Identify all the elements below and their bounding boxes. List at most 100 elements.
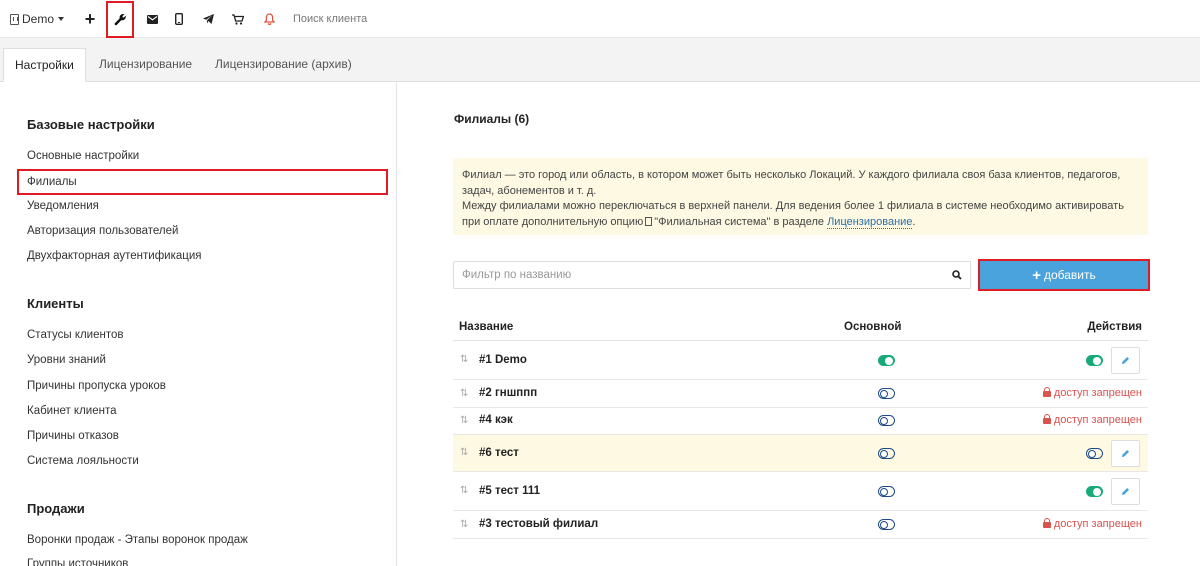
branch-name: #3 тестовый филиал: [479, 518, 599, 530]
sidebar-item-main-settings[interactable]: Основные настройки: [27, 150, 139, 162]
client-search-input[interactable]: Поиск клиента: [293, 0, 367, 38]
lock-icon: [1042, 414, 1051, 424]
pencil-icon: [1122, 357, 1129, 364]
mail-icon: [146, 14, 158, 24]
sidebar-item-sales-funnels[interactable]: Воронки продаж - Этапы воронок продаж: [27, 534, 248, 546]
active-toggle[interactable]: [1086, 486, 1103, 497]
notifications-button[interactable]: [260, 0, 278, 38]
branch-switcher[interactable]: Demo: [10, 0, 70, 38]
sidebar-item-refusal-reasons[interactable]: Причины отказов: [27, 430, 119, 442]
branch-name: #2 гншппп: [479, 387, 538, 399]
settings-highlight: [106, 1, 134, 38]
send-icon: [202, 14, 214, 24]
main-toggle[interactable]: [878, 448, 895, 459]
drag-handle-icon[interactable]: ⇅: [460, 485, 468, 496]
edit-button[interactable]: [1111, 347, 1140, 374]
table-row: ⇅ #4 кэк доступ запрещен: [453, 408, 1148, 435]
active-toggle[interactable]: [1086, 355, 1103, 366]
access-denied-text: доступ запрещен: [1053, 387, 1142, 399]
caret-down-icon: [58, 17, 65, 21]
drag-handle-icon[interactable]: ⇅: [460, 415, 468, 426]
settings-sidebar: Базовые настройки Основные настройки Фил…: [0, 82, 397, 566]
note-text: "Филиальная система" в разделе: [654, 215, 825, 228]
mail-button[interactable]: [143, 0, 161, 38]
sidebar-item-user-auth[interactable]: Авторизация пользователей: [27, 225, 178, 237]
sidebar-item-loyalty[interactable]: Система лояльности: [27, 455, 139, 467]
note-line: при оплате дополнительную опцию "Филиальн…: [462, 215, 1139, 231]
sidebar-item-source-groups[interactable]: Группы источников: [27, 558, 128, 566]
sidebar-group-title: Клиенты: [27, 296, 84, 311]
page-title: Филиалы (6): [454, 112, 530, 126]
filter-search-button[interactable]: [943, 261, 971, 289]
edit-button[interactable]: [1111, 440, 1140, 467]
settings-tabs: Настройки Лицензирование Лицензирование …: [0, 38, 1200, 82]
sidebar-item-notifications[interactable]: Уведомления: [27, 200, 99, 212]
search-icon: [951, 270, 962, 280]
main-toggle[interactable]: [878, 519, 895, 530]
table-row: ⇅ #5 тест 111: [453, 472, 1148, 511]
branch-name: #5 тест 111: [479, 485, 541, 497]
tab-licensing[interactable]: Лицензирование: [88, 48, 203, 82]
phone-button[interactable]: [171, 0, 187, 38]
table-row: ⇅ #2 гншппп доступ запрещен: [453, 380, 1148, 408]
sidebar-item-client-statuses[interactable]: Статусы клиентов: [27, 329, 124, 341]
pencil-icon: [1122, 488, 1129, 495]
column-header-name: Название: [459, 321, 514, 333]
tab-licensing-archive[interactable]: Лицензирование (архив): [204, 48, 363, 82]
main-toggle[interactable]: [878, 355, 895, 366]
lock-icon: [1042, 387, 1051, 397]
pencil-icon: [1122, 450, 1129, 457]
drag-handle-icon[interactable]: ⇅: [460, 388, 468, 399]
access-denied-label: доступ запрещен: [1042, 414, 1142, 426]
sidebar-item-knowledge-levels[interactable]: Уровни знаний: [27, 354, 106, 366]
branch-name: #4 кэк: [479, 414, 513, 426]
branch-name: #6 тест: [479, 447, 519, 459]
bell-icon: [263, 13, 275, 25]
access-denied-label: доступ запрещен: [1042, 518, 1142, 530]
licensing-link[interactable]: Лицензирование: [827, 215, 913, 229]
add-button[interactable]: +: [80, 0, 100, 38]
edit-button[interactable]: [1111, 478, 1140, 505]
main-toggle[interactable]: [878, 486, 895, 497]
building-icon: [10, 13, 19, 25]
branch-switcher-label: Demo: [22, 12, 55, 26]
document-icon: [645, 216, 653, 226]
drag-handle-icon[interactable]: ⇅: [460, 354, 468, 365]
active-toggle[interactable]: [1086, 448, 1103, 459]
sidebar-item-two-factor[interactable]: Двухфакторная аутентификация: [27, 250, 202, 262]
telegram-button[interactable]: [199, 0, 217, 38]
cart-button[interactable]: [229, 0, 247, 38]
top-toolbar: Demo + Поиск клиента: [0, 0, 1200, 38]
access-denied-label: доступ запрещен: [1042, 387, 1142, 399]
column-header-actions: Действия: [1087, 321, 1142, 333]
table-row: ⇅ #1 Demo: [453, 341, 1148, 380]
table-row: ⇅ #3 тестовый филиал доступ запрещен: [453, 511, 1148, 539]
column-header-main: Основной: [844, 321, 902, 333]
main-toggle[interactable]: [878, 415, 895, 426]
phone-icon: [175, 13, 183, 25]
branch-name: #1 Demo: [479, 354, 527, 366]
add-button-highlight: [978, 259, 1150, 291]
main-toggle[interactable]: [878, 388, 895, 399]
access-denied-text: доступ запрещен: [1053, 414, 1142, 426]
sidebar-item-client-cabinet[interactable]: Кабинет клиента: [27, 405, 117, 417]
drag-handle-icon[interactable]: ⇅: [460, 519, 468, 530]
cart-icon: [232, 13, 244, 25]
drag-handle-icon[interactable]: ⇅: [460, 447, 468, 458]
lock-icon: [1042, 518, 1051, 528]
tab-settings[interactable]: Настройки: [3, 48, 86, 82]
note-line: Филиал — это город или область, в которо…: [462, 169, 1121, 181]
note-text: .: [912, 215, 916, 228]
filter-input[interactable]: [453, 261, 944, 289]
sidebar-item-absence-reasons[interactable]: Причины пропуска уроков: [27, 380, 166, 392]
plus-icon: +: [84, 8, 96, 29]
note-line: Между филиалами можно переключаться в ве…: [462, 200, 1124, 212]
note-text: при оплате дополнительную опцию: [462, 215, 644, 228]
sidebar-group-title: Продажи: [27, 501, 85, 516]
note-line: задач, абонементов и т. д.: [462, 184, 597, 197]
access-denied-text: доступ запрещен: [1053, 518, 1142, 530]
sidebar-group-title: Базовые настройки: [27, 117, 155, 132]
table-row: ⇅ #6 тест: [453, 435, 1148, 472]
branches-highlight: [17, 169, 388, 195]
info-note: Филиал — это город или область, в которо…: [453, 158, 1148, 235]
